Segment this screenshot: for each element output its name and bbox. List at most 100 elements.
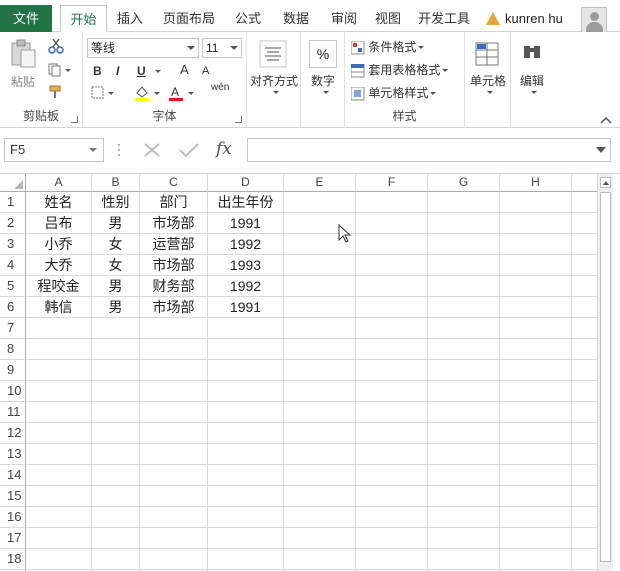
cell-d15[interactable] <box>208 486 284 507</box>
scroll-thumb[interactable] <box>600 192 611 562</box>
cell-b4[interactable]: 女 <box>92 255 140 276</box>
cell-h12[interactable] <box>500 423 572 444</box>
font-color-icon[interactable]: A <box>167 84 195 102</box>
cell-h7[interactable] <box>500 318 572 339</box>
cell-a13[interactable] <box>26 444 92 465</box>
row-header-16[interactable]: 16 <box>0 507 26 528</box>
cell-d16[interactable] <box>208 507 284 528</box>
cell-e7[interactable] <box>284 318 356 339</box>
cell-e17[interactable] <box>284 528 356 549</box>
cell-h13[interactable] <box>500 444 572 465</box>
cell-f16[interactable] <box>356 507 428 528</box>
cell-b15[interactable] <box>92 486 140 507</box>
insert-function-button[interactable]: fx <box>216 139 232 159</box>
cell-h15[interactable] <box>500 486 572 507</box>
enter-icon[interactable] <box>178 141 200 159</box>
cell-d8[interactable] <box>208 339 284 360</box>
cell-h14[interactable] <box>500 465 572 486</box>
row-header-14[interactable]: 14 <box>0 465 26 486</box>
cell-e18[interactable] <box>284 549 356 570</box>
column-header-partial[interactable] <box>572 174 597 192</box>
cell-i14[interactable] <box>572 465 597 486</box>
cell-g13[interactable] <box>428 444 500 465</box>
cell-g10[interactable] <box>428 381 500 402</box>
avatar[interactable] <box>581 7 607 33</box>
cell-g8[interactable] <box>428 339 500 360</box>
underline-dropdown-icon[interactable] <box>155 70 161 73</box>
cell-e5[interactable] <box>284 276 356 297</box>
row-header-13[interactable]: 13 <box>0 444 26 465</box>
cell-g4[interactable] <box>428 255 500 276</box>
cell-b18[interactable] <box>92 549 140 570</box>
cell-i13[interactable] <box>572 444 597 465</box>
bold-button[interactable]: B <box>93 64 102 78</box>
cell-c12[interactable] <box>140 423 208 444</box>
tab-data[interactable]: 数据 <box>276 5 316 32</box>
font-name-select[interactable]: 等线 <box>87 38 199 58</box>
cell-g15[interactable] <box>428 486 500 507</box>
row-header-15[interactable]: 15 <box>0 486 26 507</box>
cell-h3[interactable] <box>500 234 572 255</box>
border-icon[interactable] <box>91 86 115 100</box>
italic-button[interactable]: I <box>116 64 119 78</box>
column-header-h[interactable]: H <box>500 174 572 192</box>
cell-d12[interactable] <box>208 423 284 444</box>
column-header-d[interactable]: D <box>208 174 284 192</box>
cell-i15[interactable] <box>572 486 597 507</box>
cell-d3[interactable]: 1992 <box>208 234 284 255</box>
cell-d9[interactable] <box>208 360 284 381</box>
cell-c18[interactable] <box>140 549 208 570</box>
cell-d1[interactable]: 出生年份 <box>208 192 284 213</box>
cell-i7[interactable] <box>572 318 597 339</box>
cell-b9[interactable] <box>92 360 140 381</box>
cell-h4[interactable] <box>500 255 572 276</box>
cell-f15[interactable] <box>356 486 428 507</box>
cell-b14[interactable] <box>92 465 140 486</box>
cell-h11[interactable] <box>500 402 572 423</box>
conditional-format-button[interactable]: 条件格式 <box>350 38 425 55</box>
editing-group[interactable]: 编辑 <box>511 32 553 128</box>
cell-f8[interactable] <box>356 339 428 360</box>
cell-f5[interactable] <box>356 276 428 297</box>
row-header-2[interactable]: 2 <box>0 213 26 234</box>
cell-e11[interactable] <box>284 402 356 423</box>
vertical-scrollbar[interactable] <box>597 174 613 571</box>
cell-g17[interactable] <box>428 528 500 549</box>
cell-g7[interactable] <box>428 318 500 339</box>
name-box[interactable]: F5 <box>4 138 104 162</box>
cell-g14[interactable] <box>428 465 500 486</box>
row-header-17[interactable]: 17 <box>0 528 26 549</box>
cell-e16[interactable] <box>284 507 356 528</box>
shrink-font-button[interactable]: A <box>202 65 209 77</box>
cell-i3[interactable] <box>572 234 597 255</box>
cell-g1[interactable] <box>428 192 500 213</box>
cell-f12[interactable] <box>356 423 428 444</box>
cell-c11[interactable] <box>140 402 208 423</box>
cell-e1[interactable] <box>284 192 356 213</box>
cell-f13[interactable] <box>356 444 428 465</box>
cell-b1[interactable]: 性别 <box>92 192 140 213</box>
row-header-5[interactable]: 5 <box>0 276 26 297</box>
row-header-3[interactable]: 3 <box>0 234 26 255</box>
format-as-table-button[interactable]: 套用表格格式 <box>350 61 449 78</box>
cell-e6[interactable] <box>284 297 356 318</box>
cell-a2[interactable]: 吕布 <box>26 213 92 234</box>
cell-b8[interactable] <box>92 339 140 360</box>
column-header-a[interactable]: A <box>26 174 92 192</box>
row-header-9[interactable]: 9 <box>0 360 26 381</box>
cell-c9[interactable] <box>140 360 208 381</box>
cell-f1[interactable] <box>356 192 428 213</box>
scroll-up-icon[interactable] <box>600 177 611 188</box>
cell-d18[interactable] <box>208 549 284 570</box>
cell-e14[interactable] <box>284 465 356 486</box>
cell-f6[interactable] <box>356 297 428 318</box>
cell-a16[interactable] <box>26 507 92 528</box>
cell-g3[interactable] <box>428 234 500 255</box>
cell-b10[interactable] <box>92 381 140 402</box>
row-header-4[interactable]: 4 <box>0 255 26 276</box>
cell-g16[interactable] <box>428 507 500 528</box>
row-header-12[interactable]: 12 <box>0 423 26 444</box>
cell-e8[interactable] <box>284 339 356 360</box>
tab-file[interactable]: 文件 <box>0 5 52 32</box>
cell-a14[interactable] <box>26 465 92 486</box>
